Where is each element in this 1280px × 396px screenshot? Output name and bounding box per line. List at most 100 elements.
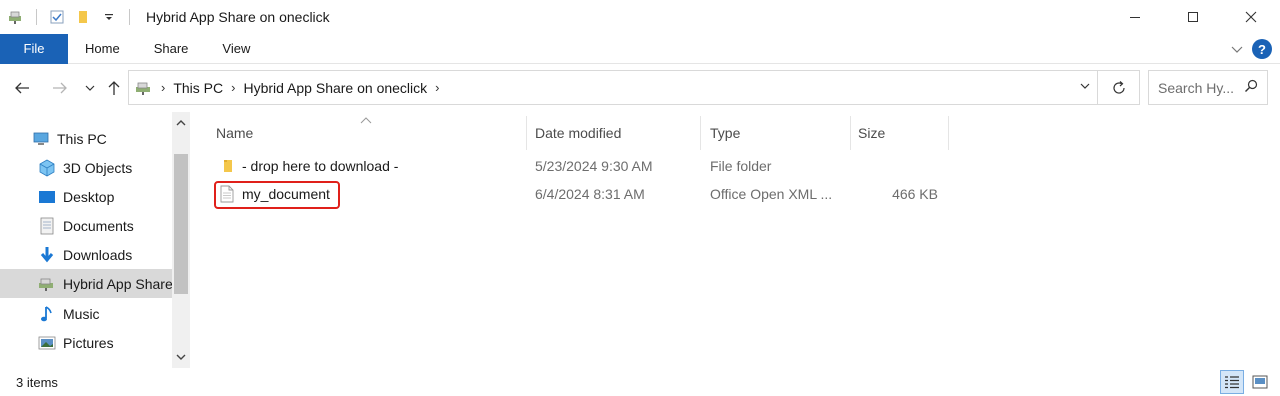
breadcrumb-separator[interactable]: ›	[435, 80, 439, 95]
recent-locations-button[interactable]	[78, 76, 102, 100]
pictures-icon	[38, 334, 56, 352]
new-folder-icon[interactable]	[75, 9, 91, 25]
table-row[interactable]: - drop here to download - 5/23/2024 9:30…	[210, 152, 950, 180]
search-box[interactable]	[1148, 70, 1268, 105]
network-share-icon	[38, 275, 56, 293]
ribbon-right-controls: ?	[1230, 34, 1272, 64]
tab-file[interactable]: File	[0, 33, 68, 64]
expand-ribbon-icon[interactable]	[1230, 41, 1244, 57]
file-type: File folder	[710, 158, 772, 174]
properties-icon[interactable]	[49, 9, 65, 25]
downloads-icon	[38, 246, 56, 264]
column-divider[interactable]	[700, 116, 701, 150]
nav-item-label: 3D Objects	[63, 159, 133, 176]
scrollbar-thumb[interactable]	[174, 154, 188, 294]
nav-item-label: Downloads	[63, 246, 133, 263]
nav-item-label: This PC	[57, 130, 107, 147]
maximize-icon	[1188, 12, 1198, 22]
large-icons-view-icon	[1252, 375, 1268, 389]
close-icon	[1245, 11, 1257, 23]
navigation-scrollbar[interactable]	[172, 112, 190, 368]
column-header-name[interactable]: Name	[216, 116, 526, 150]
nav-item-3d-objects[interactable]: 3D Objects	[0, 153, 172, 182]
file-size: 466 KB	[892, 186, 938, 202]
scroll-up-button[interactable]	[172, 114, 190, 132]
toolbar-divider	[36, 9, 37, 25]
file-list: Name Date modified Type Size - drop here…	[190, 112, 1280, 368]
nav-item-documents[interactable]: Documents	[0, 211, 172, 240]
nav-item-music[interactable]: Music	[0, 299, 172, 328]
chevron-down-icon	[85, 85, 95, 91]
address-history-dropdown[interactable]	[1079, 79, 1091, 95]
search-icon[interactable]	[1244, 79, 1258, 96]
nav-item-downloads[interactable]: Downloads	[0, 240, 172, 269]
window-title: Hybrid App Share on oneclick	[146, 9, 330, 25]
tab-view[interactable]: View	[205, 34, 267, 64]
3d-objects-icon	[38, 159, 56, 177]
nav-item-hybrid-app-share[interactable]: Hybrid App Share	[0, 269, 172, 298]
quick-access-toolbar	[0, 0, 142, 34]
nav-item-label: Documents	[63, 217, 134, 234]
tab-share[interactable]: Share	[137, 34, 206, 64]
forward-arrow-icon	[53, 82, 67, 94]
folder-icon	[220, 152, 236, 180]
breadcrumb-hybrid-app-share[interactable]: Hybrid App Share on oneclick	[243, 80, 427, 96]
maximize-button[interactable]	[1164, 0, 1222, 34]
search-input[interactable]	[1158, 79, 1244, 96]
nav-item-this-pc[interactable]: This PC	[0, 124, 172, 153]
column-header-type[interactable]: Type	[710, 116, 850, 150]
nav-item-pictures[interactable]: Pictures	[0, 328, 172, 357]
customize-toolbar-icon[interactable]	[101, 9, 117, 25]
back-button[interactable]	[10, 76, 34, 100]
file-date-modified: 5/23/2024 9:30 AM	[535, 158, 653, 174]
toolbar-divider	[129, 9, 130, 25]
refresh-icon	[1112, 80, 1125, 94]
scroll-down-button[interactable]	[172, 348, 190, 366]
up-button[interactable]	[102, 76, 126, 100]
up-arrow-icon	[108, 81, 120, 95]
nav-item-desktop[interactable]: Desktop	[0, 182, 172, 211]
column-header-date-modified[interactable]: Date modified	[535, 116, 700, 150]
minimize-button[interactable]	[1106, 0, 1164, 34]
chevron-down-icon	[1080, 83, 1090, 89]
breadcrumb-separator: ›	[231, 80, 236, 95]
help-icon[interactable]: ?	[1252, 39, 1272, 59]
music-icon	[38, 305, 56, 323]
nav-item-label: Hybrid App Share	[63, 275, 172, 292]
minimize-icon	[1130, 17, 1140, 18]
close-button[interactable]	[1222, 0, 1280, 34]
chevron-up-icon	[176, 120, 186, 126]
ribbon-tabs: File Home Share View ?	[0, 33, 1280, 64]
large-icons-view-button[interactable]	[1248, 370, 1272, 394]
details-view-icon	[1225, 376, 1239, 389]
highlight-annotation	[214, 181, 340, 209]
desktop-icon	[38, 188, 56, 206]
column-divider[interactable]	[526, 116, 527, 150]
documents-icon	[38, 217, 56, 235]
address-row: › This PC › Hybrid App Share on oneclick…	[0, 64, 1280, 112]
nav-item-label: Pictures	[63, 334, 114, 351]
breadcrumb-this-pc[interactable]: This PC	[173, 80, 223, 96]
file-size	[858, 152, 938, 180]
nav-item-label: Music	[63, 305, 100, 322]
view-toggle	[1220, 370, 1272, 394]
forward-button[interactable]	[48, 76, 72, 100]
file-type: Office Open XML ...	[710, 186, 833, 202]
title-bar: Hybrid App Share on oneclick	[0, 0, 1280, 34]
column-divider[interactable]	[850, 116, 851, 150]
network-share-icon[interactable]	[8, 9, 24, 25]
refresh-button[interactable]	[1098, 70, 1140, 105]
status-bar: 3 items	[0, 368, 1280, 396]
network-share-icon	[135, 80, 153, 96]
window-controls	[1106, 0, 1280, 34]
back-arrow-icon	[15, 82, 29, 94]
chevron-down-icon	[176, 354, 186, 360]
column-header-size[interactable]: Size	[858, 116, 948, 150]
address-bar[interactable]: › This PC › Hybrid App Share on oneclick…	[128, 70, 1098, 105]
tab-home[interactable]: Home	[68, 34, 137, 64]
details-view-button[interactable]	[1220, 370, 1244, 394]
file-name[interactable]: - drop here to download -	[242, 152, 398, 180]
breadcrumb-separator: ›	[161, 80, 166, 95]
column-divider[interactable]	[948, 116, 949, 150]
file-date-modified: 6/4/2024 8:31 AM	[535, 186, 645, 202]
